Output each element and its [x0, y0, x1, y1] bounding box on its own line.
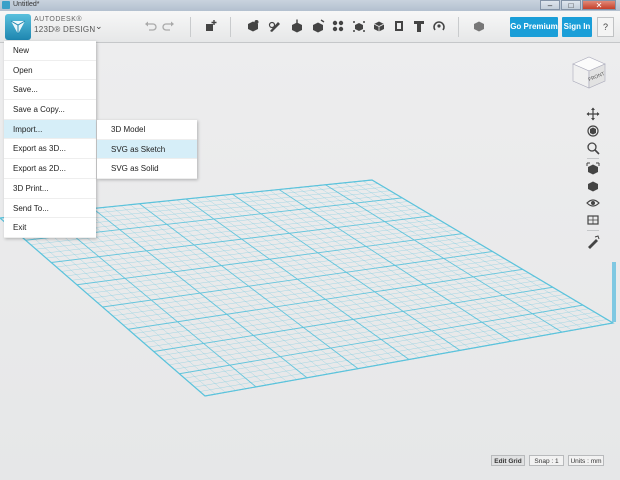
sign-in-button[interactable]: Sign In: [562, 17, 592, 37]
snap-icon[interactable]: [432, 19, 446, 33]
menu-item-exit[interactable]: Exit: [4, 218, 96, 238]
view-cube[interactable]: FRONT: [570, 52, 608, 90]
navigation-bar: [584, 105, 602, 253]
zoom-icon[interactable]: [586, 141, 600, 155]
app-menu-logo[interactable]: [5, 14, 31, 40]
app-icon: [2, 1, 10, 9]
snap-view-icon[interactable]: [586, 235, 600, 249]
brand-product: 123D® DESIGN: [34, 25, 96, 34]
help-button[interactable]: ?: [597, 17, 614, 37]
visibility-icon[interactable]: [586, 196, 600, 210]
menu-item-import[interactable]: Import...: [4, 119, 96, 140]
fit-icon[interactable]: [586, 162, 600, 176]
brand-company: AUTODESK®: [34, 16, 83, 23]
redo-icon[interactable]: [162, 19, 176, 33]
primitives-icon[interactable]: [246, 19, 260, 33]
construct-icon[interactable]: [290, 19, 304, 33]
perspective-icon[interactable]: [586, 179, 600, 193]
app-menu-dropdown: New Open Save... Save a Copy... Import... Exp…: [4, 41, 96, 238]
nav-separator: [587, 158, 599, 159]
undo-icon[interactable]: [143, 19, 157, 33]
logo-icon: [10, 20, 26, 34]
submenu-item-svg-solid[interactable]: SVG as Solid: [97, 159, 197, 180]
canvas-scroll-indicator[interactable]: [612, 262, 616, 322]
window-title: Untitled*: [13, 1, 40, 8]
submenu-item-svg-sketch[interactable]: SVG as Sketch: [97, 139, 197, 160]
chevron-down-icon[interactable]: ⌄: [95, 21, 103, 32]
main-toolbar: AUTODESK® 123D® DESIGN ⌄ Go Premium Sign…: [0, 11, 620, 43]
menu-item-new[interactable]: New: [4, 41, 96, 61]
menu-item-send-to[interactable]: Send To...: [4, 199, 96, 219]
units-setting[interactable]: Units : mm: [568, 455, 604, 466]
material-icon[interactable]: [472, 19, 486, 33]
orbit-icon[interactable]: [586, 124, 600, 138]
menu-item-save-copy[interactable]: Save a Copy...: [4, 100, 96, 120]
measure-icon[interactable]: [392, 19, 406, 33]
import-submenu: 3D Model SVG as Sketch SVG as Solid: [97, 120, 197, 180]
grouping-icon[interactable]: [352, 19, 366, 33]
modify-icon[interactable]: [311, 19, 325, 33]
material-view-icon[interactable]: [586, 213, 600, 227]
pan-icon[interactable]: [586, 107, 600, 121]
sketch-icon[interactable]: [268, 19, 282, 33]
maximize-button[interactable]: □: [561, 0, 581, 10]
text-icon[interactable]: [412, 19, 426, 33]
combine-icon[interactable]: [372, 19, 386, 33]
pattern-icon[interactable]: [331, 19, 345, 33]
go-premium-button[interactable]: Go Premium: [510, 17, 558, 37]
grid-minor-line: [199, 319, 608, 392]
edit-grid-button[interactable]: Edit Grid: [491, 455, 525, 466]
close-button[interactable]: ✕: [582, 0, 616, 10]
toolbar-separator: [190, 17, 191, 37]
menu-item-export-3d[interactable]: Export as 3D...: [4, 139, 96, 160]
toolbar-separator: [458, 17, 459, 37]
window-controls: – □ ✕: [540, 0, 616, 10]
nav-separator: [587, 230, 599, 231]
menu-item-3d-print[interactable]: 3D Print...: [4, 179, 96, 199]
minimize-button[interactable]: –: [540, 0, 560, 10]
menu-item-export-2d[interactable]: Export as 2D...: [4, 159, 96, 179]
grid-minor-line: [194, 315, 601, 388]
menu-item-save[interactable]: Save...: [4, 80, 96, 101]
menu-item-open[interactable]: Open: [4, 61, 96, 81]
transform-icon[interactable]: [204, 19, 218, 33]
submenu-item-3d-model[interactable]: 3D Model: [97, 120, 197, 140]
toolbar-separator: [230, 17, 231, 37]
snap-setting[interactable]: Snap : 1: [529, 455, 564, 466]
grid-minor-line: [184, 308, 589, 379]
